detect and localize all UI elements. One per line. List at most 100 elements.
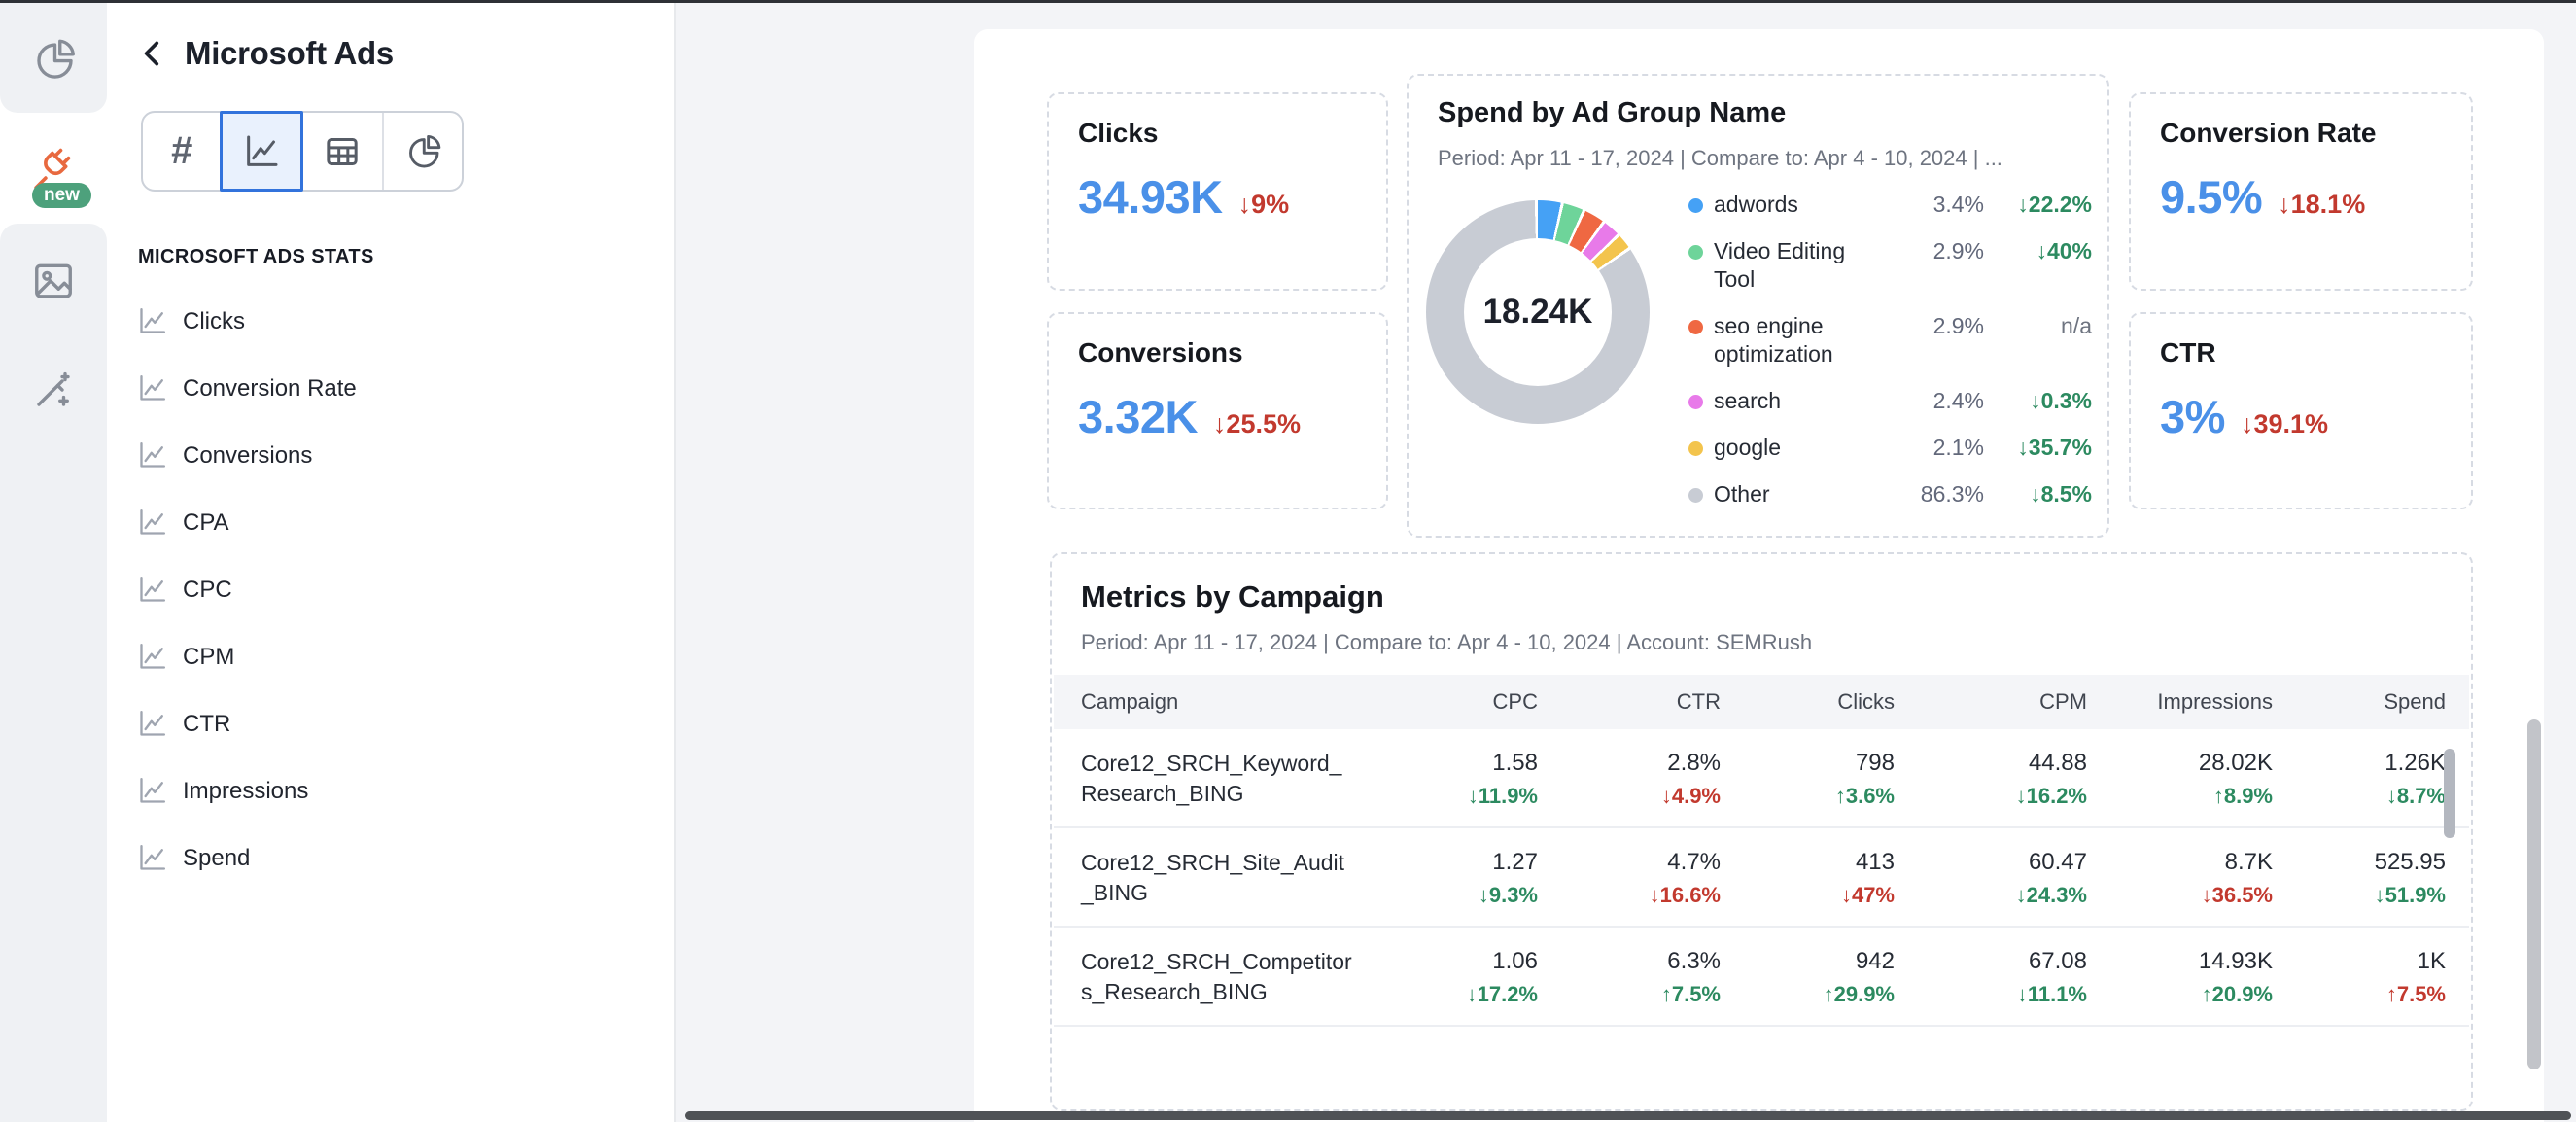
sidebar-item-impressions[interactable]: Impressions xyxy=(136,771,357,811)
line-chart-icon xyxy=(136,775,168,807)
column-header-clicks[interactable]: Clicks xyxy=(1721,689,1895,715)
donut-center: 18.24K xyxy=(1464,238,1612,386)
column-header-campaign[interactable]: Campaign xyxy=(1054,689,1365,715)
sidebar-item-label: Impressions xyxy=(183,778,308,805)
back-chevron-icon[interactable] xyxy=(136,37,169,70)
column-header-ctr[interactable]: CTR xyxy=(1538,689,1721,715)
metric-change: ↑20.9% xyxy=(2087,980,2273,1009)
page-title: Microsoft Ads xyxy=(185,35,394,72)
metric-value: 798 xyxy=(1721,749,1895,778)
legend-change: ↓40% xyxy=(1984,237,2092,265)
sidebar-item-cpm[interactable]: CPM xyxy=(136,637,357,677)
sidebar-item-cpa[interactable]: CPA xyxy=(136,503,357,543)
table-body: Core12_SRCH_Keyword_Research_BING1.58↓11… xyxy=(1054,729,2469,1107)
legend-item: Video Editing Tool2.9%↓40% xyxy=(1688,237,2092,294)
metric-change: ↑3.6% xyxy=(1721,782,1895,811)
column-header-impressions[interactable]: Impressions xyxy=(2087,689,2273,715)
line-chart-icon xyxy=(136,507,168,539)
reports-pie-icon[interactable] xyxy=(0,6,107,113)
kpi-card-conversion-rate[interactable]: Conversion Rate 9.5% ↓18.1% xyxy=(2129,92,2473,291)
legend-color-dot xyxy=(1688,395,1703,409)
kpi-card-clicks[interactable]: Clicks 34.93K ↓9% xyxy=(1047,92,1388,291)
metric-change: ↑7.5% xyxy=(1538,980,1721,1009)
legend-label: Video Editing Tool xyxy=(1714,237,1887,294)
kpi-value: 3% xyxy=(2160,390,2225,443)
sidebar-item-clicks[interactable]: Clicks xyxy=(136,301,357,341)
magic-wand-icon[interactable] xyxy=(0,336,107,443)
sidebar-item-conversion-rate[interactable]: Conversion Rate xyxy=(136,368,357,408)
table-row: Core12_SRCH_Keyword_Research_BING1.58↓11… xyxy=(1054,729,2469,828)
line-chart-icon xyxy=(136,372,168,404)
metric-cell: 6.3%↑7.5% xyxy=(1538,928,1721,1025)
metric-change: ↓51.9% xyxy=(2273,881,2446,910)
metric-value: 14.93K xyxy=(2087,947,2273,976)
legend-item: adwords3.4%↓22.2% xyxy=(1688,191,2092,219)
sidebar-item-conversions[interactable]: Conversions xyxy=(136,436,357,475)
sidebar-item-label: Spend xyxy=(183,845,250,872)
table-header-row: CampaignCPCCTRClicksCPMImpressionsSpend xyxy=(1054,675,2469,729)
campaign-name-cell: Core12_SRCH_Site_Audit_BING xyxy=(1054,828,1365,926)
media-image-icon[interactable] xyxy=(0,228,107,334)
sidebar-item-label: CTR xyxy=(183,711,230,738)
metric-value: 1.06 xyxy=(1365,947,1538,976)
column-header-cpm[interactable]: CPM xyxy=(1895,689,2087,715)
spend-by-ad-group-widget[interactable]: Spend by Ad Group Name Period: Apr 11 - … xyxy=(1407,74,2109,538)
metric-cell: 413 ↓47% xyxy=(1721,828,1895,926)
metric-value: 2.8% xyxy=(1538,749,1721,778)
line-chart-icon xyxy=(136,305,168,337)
legend-label: seo engine optimization xyxy=(1714,312,1887,368)
table-widget-button[interactable] xyxy=(301,113,382,190)
legend-color-dot xyxy=(1688,245,1703,260)
metric-cell: 1K↑7.5% xyxy=(2273,928,2446,1025)
kpi-label: Clicks xyxy=(1078,118,1159,149)
metric-change: ↓47% xyxy=(1721,881,1895,910)
metrics-by-campaign-widget[interactable]: Metrics by Campaign Period: Apr 11 - 17,… xyxy=(1050,552,2473,1111)
legend-color-dot xyxy=(1688,198,1703,213)
pie-chart-widget-button[interactable] xyxy=(382,113,463,190)
kpi-label: Conversions xyxy=(1078,337,1243,368)
sidebar-item-cpc[interactable]: CPC xyxy=(136,570,357,610)
line-chart-icon xyxy=(136,842,168,874)
panel-vertical-scrollbar[interactable] xyxy=(2527,719,2541,1069)
metric-value: 942 xyxy=(1721,947,1895,976)
table-vertical-scrollbar[interactable] xyxy=(2444,749,2455,838)
metric-cell: 1.26K↓8.7% xyxy=(2273,729,2446,826)
sidebar-item-ctr[interactable]: CTR xyxy=(136,704,357,744)
line-chart-icon xyxy=(136,641,168,673)
line-chart-icon xyxy=(136,439,168,472)
table-row: Core12_SRCH_Site_Audit_BING1.27↓9.3%4.7%… xyxy=(1054,828,2469,928)
widget-subtitle: Period: Apr 11 - 17, 2024 | Compare to: … xyxy=(1438,146,2002,171)
campaign-name-cell: Core12_SRCH_Keyword_Research_BING xyxy=(1054,729,1365,826)
metric-value: 413 xyxy=(1721,848,1895,877)
metric-cell: 28.02K↑8.9% xyxy=(2087,729,2273,826)
app-icon-rail: new xyxy=(0,0,107,1122)
legend-label: google xyxy=(1714,434,1887,462)
kpi-value: 34.93K xyxy=(1078,170,1223,224)
legend-color-dot xyxy=(1688,441,1703,456)
metric-value: 4.7% xyxy=(1538,848,1721,877)
metric-change: ↓4.9% xyxy=(1538,782,1721,811)
kpi-change: ↓25.5% xyxy=(1213,409,1301,439)
metric-value: 67.08 xyxy=(1895,947,2087,976)
horizontal-scrollbar[interactable] xyxy=(685,1111,2571,1120)
metric-value: 28.02K xyxy=(2087,749,2273,778)
column-header-spend[interactable]: Spend xyxy=(2273,689,2446,715)
kpi-card-ctr[interactable]: CTR 3% ↓39.1% xyxy=(2129,312,2473,509)
kpi-card-conversions[interactable]: Conversions 3.32K ↓25.5% xyxy=(1047,312,1388,509)
metric-value: 60.47 xyxy=(1895,848,2087,877)
kpi-change: ↓18.1% xyxy=(2278,190,2365,220)
metric-change: ↓16.2% xyxy=(1895,782,2087,811)
column-header-cpc[interactable]: CPC xyxy=(1365,689,1538,715)
number-widget-button[interactable]: # xyxy=(143,113,222,190)
kpi-change: ↓9% xyxy=(1238,190,1290,220)
sidebar-item-spend[interactable]: Spend xyxy=(136,838,357,878)
line-chart-widget-button[interactable] xyxy=(220,111,304,192)
legend-label: search xyxy=(1714,387,1887,415)
pie-chart-icon xyxy=(403,132,442,171)
donut-chart[interactable]: 18.24K xyxy=(1426,200,1650,424)
line-chart-icon xyxy=(136,574,168,606)
table-row: Core12_SRCH_Competitors_Research_BING1.0… xyxy=(1054,928,2469,1027)
metric-value: 1K xyxy=(2273,947,2446,976)
sidebar-item-label: CPM xyxy=(183,644,234,671)
report-canvas: Clicks 34.93K ↓9% Conversions 3.32K ↓25.… xyxy=(974,29,2544,1122)
